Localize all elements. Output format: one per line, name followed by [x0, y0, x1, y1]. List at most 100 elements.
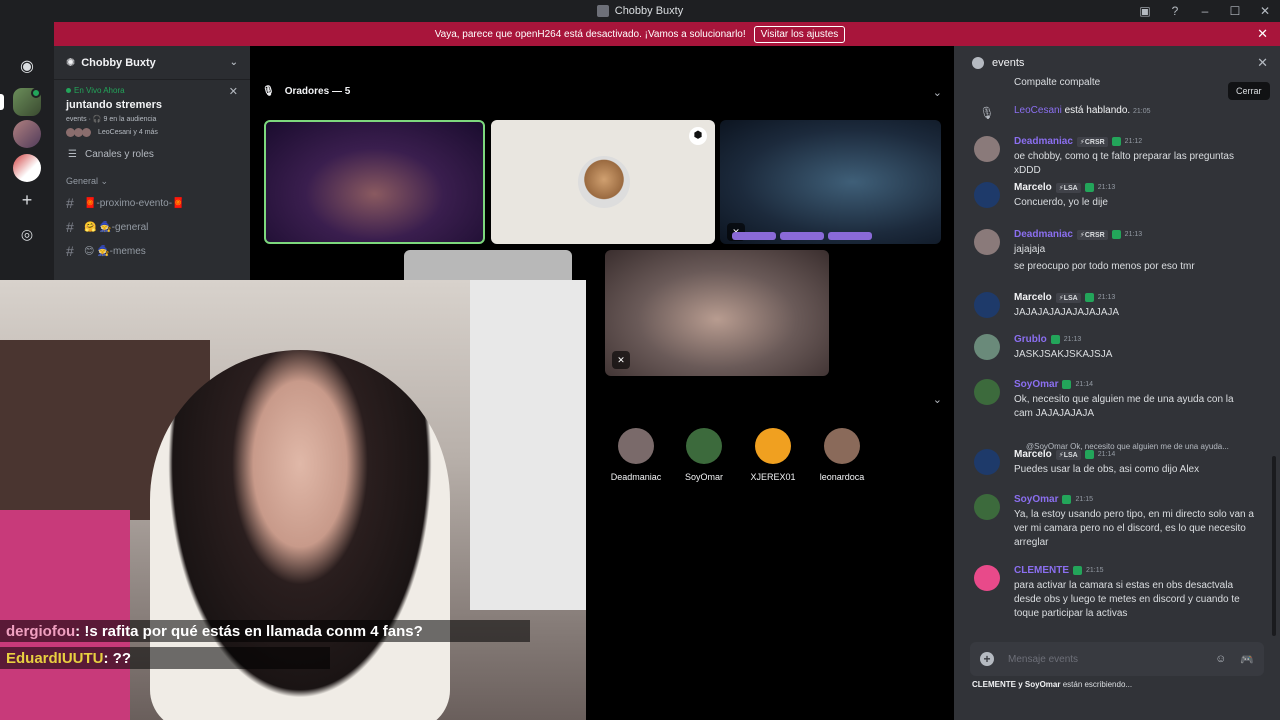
audience-member[interactable]: SoyOmar — [674, 428, 734, 482]
audience-member[interactable]: leonardoca — [812, 428, 872, 482]
gamepad-icon[interactable]: 🎮 — [1240, 653, 1254, 666]
timestamp: 21:05 — [1133, 108, 1151, 115]
message-header: Marcelo ⚡LSA 21:13 — [1014, 292, 1115, 303]
hash-icon: # — [66, 195, 74, 211]
avatar[interactable] — [974, 449, 1000, 475]
background-window — [470, 280, 586, 610]
status-badge — [31, 88, 41, 98]
message-text: Ya, la estoy usando pero tipo, en mi dir… — [1014, 509, 1254, 548]
timestamp: 21:12 — [1124, 138, 1143, 145]
avatar[interactable] — [974, 182, 1000, 208]
speaker-avatar-tile[interactable]: ⬢ — [491, 120, 715, 244]
channels-roles-item[interactable]: ☰ Canales y roles — [54, 141, 250, 168]
category-label: General — [66, 176, 99, 186]
scrollbar[interactable] — [1272, 456, 1276, 636]
server-icon: ✺ — [66, 57, 76, 69]
minimize-button[interactable]: – — [1190, 4, 1220, 18]
audience-member[interactable]: Deadmaniac — [606, 428, 666, 482]
role-tag: ⚡CRSR — [1076, 229, 1108, 240]
speaker-video-tile[interactable]: ✕ — [720, 120, 941, 244]
channel-sidebar: ✺ Chobby Buxty ⌄ En Vivo Ahora juntando … — [54, 46, 250, 282]
discord-home-icon[interactable]: ◉ — [13, 52, 41, 80]
event-meta: events · 🎧 9 en la audiencia — [66, 116, 157, 123]
audience-name: Deadmaniac — [610, 472, 662, 482]
avatar[interactable] — [974, 379, 1000, 405]
add-attachment-icon[interactable]: + — [980, 652, 994, 666]
audience-member[interactable]: XJEREX01 — [743, 428, 803, 482]
server-name: Chobby Buxty — [81, 56, 156, 69]
speaker-video-tile[interactable] — [404, 250, 572, 280]
selected-pill — [0, 94, 4, 110]
channel-item[interactable]: # 🧧-proximo-evento-🧧 — [54, 191, 250, 215]
maximize-button[interactable]: ☐ — [1220, 4, 1250, 18]
typing-indicator: CLEMENTE y SoyOmar están escribiendo... — [972, 680, 1132, 689]
background-blanket — [0, 510, 130, 720]
speaker-video-tile[interactable] — [264, 120, 485, 244]
close-tooltip: Cerrar — [1228, 82, 1270, 100]
reply-preview[interactable]: @SoyOmar Ok, necesito que alguien me de … — [1026, 442, 1266, 451]
channel-item[interactable]: # 🤗 🧙-general — [54, 215, 250, 239]
event-title: juntando stremers — [66, 99, 162, 111]
mic-muted-icon: ✕ — [612, 351, 630, 369]
chevron-down-icon[interactable]: ⌄ — [933, 393, 942, 406]
server-header[interactable]: ✺ Chobby Buxty ⌄ — [54, 46, 250, 80]
avatar[interactable] — [974, 136, 1000, 162]
close-icon[interactable]: ✕ — [1257, 55, 1268, 71]
channel-name: 🤗 🧙-general — [84, 221, 149, 233]
message-text: oe chobby, como q te falto preparar las … — [1014, 151, 1234, 176]
username[interactable]: SoyOmar — [1014, 494, 1058, 505]
category-general[interactable]: General ⌄ — [54, 168, 250, 191]
hash-icon: # — [66, 243, 74, 259]
username[interactable]: Grublo — [1014, 334, 1047, 345]
username[interactable]: SoyOmar — [1014, 379, 1058, 390]
close-icon[interactable]: ✕ — [1257, 26, 1268, 42]
moderator-icon: ⬢ — [689, 127, 707, 145]
chat-text: : ?? — [103, 649, 132, 667]
chat-username: EduardIUUTU — [6, 649, 104, 667]
username[interactable]: CLEMENTE — [1014, 565, 1069, 576]
hash-icon: # — [66, 219, 74, 235]
chat-header: events ✕ — [954, 46, 1280, 80]
window-controls: ▣ ? – ☐ ✕ — [1130, 0, 1280, 22]
stream-tags — [732, 232, 872, 240]
chevron-down-icon[interactable]: ⌄ — [230, 57, 238, 68]
add-server-icon[interactable]: + — [13, 186, 41, 214]
avatar[interactable] — [974, 565, 1000, 591]
message-header: Deadmaniac ⚡CRSR 21:12 — [1014, 136, 1142, 147]
server-icon[interactable] — [13, 154, 41, 182]
verified-icon — [1073, 566, 1082, 575]
username[interactable]: LeoCesani — [1014, 105, 1062, 116]
close-window-button[interactable]: ✕ — [1250, 4, 1280, 18]
message-input[interactable] — [1008, 653, 1202, 665]
emoji-icon[interactable]: ☺ — [1215, 653, 1226, 665]
avatar — [82, 128, 91, 137]
avatar — [618, 428, 654, 464]
help-icon[interactable]: ? — [1160, 4, 1190, 18]
visit-settings-button[interactable]: Visitar los ajustes — [753, 25, 846, 43]
audience-name: leonardoca — [819, 472, 865, 482]
compass-icon[interactable]: ◎ — [13, 220, 41, 248]
window-title: Chobby Buxty — [596, 5, 683, 17]
speakers-header: 🎙 Oradores — 5 — [262, 86, 350, 97]
server-icon[interactable] — [13, 120, 41, 148]
username[interactable]: Deadmaniac — [1014, 136, 1073, 147]
username[interactable]: Deadmaniac — [1014, 229, 1073, 240]
inbox-icon[interactable]: ▣ — [1130, 4, 1160, 18]
live-now-label: En Vivo Ahora — [66, 86, 238, 95]
timestamp: 21:13 — [1063, 336, 1082, 343]
timestamp: 21:13 — [1097, 294, 1116, 301]
close-icon[interactable]: ✕ — [229, 85, 238, 98]
speaker-video-tile[interactable]: ✕ — [605, 250, 829, 376]
avatar[interactable] — [974, 229, 1000, 255]
username[interactable]: Marcelo — [1014, 182, 1052, 193]
avatar[interactable] — [974, 292, 1000, 318]
username[interactable]: Marcelo — [1014, 292, 1052, 303]
avatar[interactable] — [974, 494, 1000, 520]
channel-name: 😊 🧙-memes — [84, 245, 146, 257]
message-header: Grublo 21:13 — [1014, 334, 1081, 345]
chevron-down-icon[interactable]: ⌄ — [933, 86, 942, 99]
channel-item[interactable]: # 😊 🧙-memes — [54, 239, 250, 263]
avatar[interactable] — [974, 334, 1000, 360]
verified-icon — [1111, 137, 1121, 146]
live-event-card[interactable]: En Vivo Ahora juntando stremers events ·… — [54, 80, 250, 141]
